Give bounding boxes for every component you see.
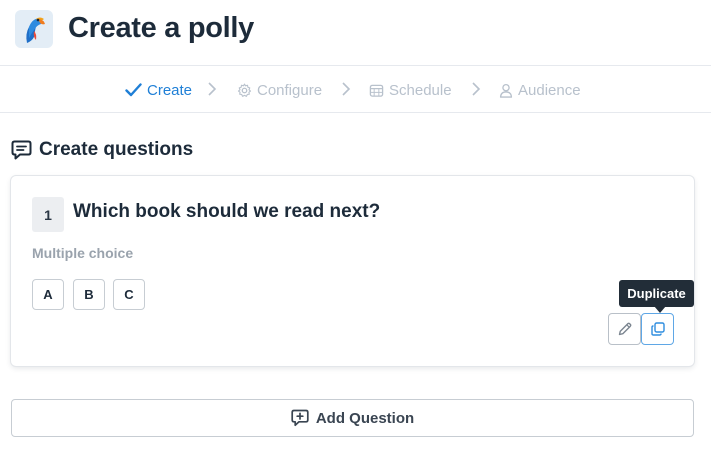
copy-icon [650, 322, 665, 336]
edit-question-button[interactable] [608, 313, 641, 345]
add-question-label: Add Question [315, 409, 415, 427]
parrot-logo-icon [15, 10, 53, 48]
user-icon [499, 83, 513, 98]
chat-bubble-icon [11, 140, 32, 160]
step-label: Configure [257, 81, 323, 99]
question-card[interactable]: 1 Which book should we read next? Multip… [11, 176, 694, 366]
question-number: 1 [32, 197, 64, 232]
choice-a: A [32, 279, 64, 310]
calendar-icon [369, 84, 384, 97]
section-heading: Create questions [11, 138, 193, 162]
step-schedule[interactable]: Schedule [369, 81, 452, 99]
pencil-icon [618, 322, 631, 336]
step-label: Schedule [389, 81, 452, 99]
step-audience[interactable]: Audience [499, 81, 581, 99]
step-create[interactable]: Create [125, 81, 192, 99]
section-title: Create questions [39, 139, 194, 160]
app-header: Create a polly [0, 0, 711, 66]
gear-icon [237, 83, 252, 97]
add-question-button[interactable]: Add Question [11, 399, 694, 437]
choice-b: B [73, 279, 105, 310]
choice-c: C [113, 279, 145, 310]
tooltip-arrow [654, 306, 666, 313]
duplicate-tooltip: Duplicate [619, 280, 694, 307]
chevron-right-icon [208, 82, 217, 96]
check-icon [125, 83, 142, 97]
page-title: Create a polly [68, 12, 254, 44]
step-configure[interactable]: Configure [237, 81, 322, 99]
step-label: Create [147, 81, 193, 99]
step-label: Audience [518, 81, 581, 99]
chevron-right-icon [472, 82, 481, 96]
chat-plus-icon [291, 409, 309, 427]
question-text: Which book should we read next? [73, 201, 381, 222]
chevron-right-icon [342, 82, 351, 96]
wizard-stepper: Create Configure Schedule Audience [0, 67, 711, 113]
duplicate-question-button[interactable] [641, 313, 674, 345]
question-type: Multiple choice [32, 245, 134, 261]
